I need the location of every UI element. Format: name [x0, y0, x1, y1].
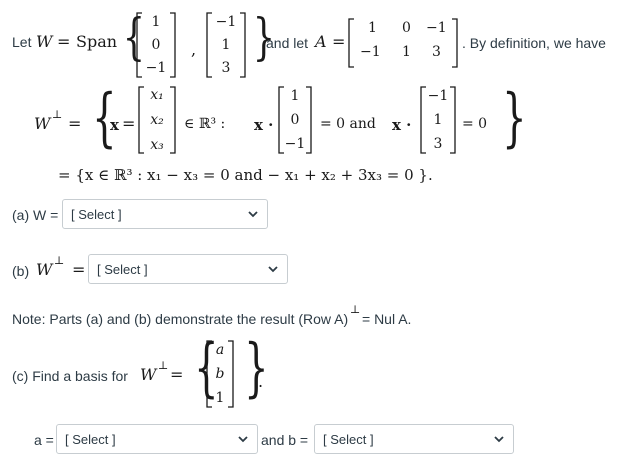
- in-r3: ∈ ℝ³ :: [184, 116, 226, 132]
- perp-superscript: ⊥: [52, 108, 63, 121]
- vec2-entry: 3: [221, 60, 231, 76]
- dot-vec1-entry: 1: [290, 88, 300, 104]
- eq0-and: = 0 and: [320, 116, 376, 132]
- wperp-symbol: W: [36, 260, 53, 279]
- basis-entry-a: a: [215, 342, 225, 358]
- dot-vec2-entry: 3: [433, 136, 443, 152]
- equals-sign: =: [170, 365, 184, 384]
- x-entry: x₁: [150, 87, 164, 103]
- set-builder-line: = {x ∈ ℝ³ : x₁ − x₃ = 0 and − x₁ + x₂ + …: [58, 166, 433, 184]
- vec1-entry: −1: [145, 60, 167, 76]
- matrix-entry: −1: [426, 20, 447, 36]
- matrix-entry: 1: [402, 44, 411, 60]
- a-select[interactable]: [ Select ]: [56, 424, 258, 454]
- a-select-value: [ Select ]: [65, 431, 116, 447]
- perp-superscript: ⊥: [158, 359, 169, 372]
- matrix-entry: 3: [432, 44, 441, 60]
- dot-vec2-entry: 1: [433, 112, 443, 128]
- eq0: = 0: [462, 116, 488, 132]
- dot-vec1: 1 0 −1: [280, 88, 310, 152]
- vec2-entry: −1: [215, 14, 237, 30]
- part-b-label: (b): [12, 263, 30, 279]
- perp-superscript: ⊥: [350, 303, 361, 316]
- chevron-down-icon: [494, 436, 504, 443]
- basis-right-brace: }: [244, 331, 269, 405]
- equals-sign: =: [72, 260, 86, 279]
- matrix-entry: 1: [368, 20, 377, 36]
- equals-sign: =: [122, 114, 136, 133]
- part-a-label: (a) W =: [12, 207, 59, 223]
- part-b-select-value: [ Select ]: [97, 261, 148, 277]
- dot-vec2-entry: −1: [427, 88, 449, 104]
- basis-vec: a b 1: [208, 342, 232, 406]
- span-word: Span: [76, 32, 118, 51]
- set-right-brace: }: [502, 81, 527, 155]
- a-symbol: A: [315, 32, 327, 51]
- let-label: Let: [12, 34, 32, 50]
- x-bold: x: [110, 116, 119, 134]
- period: .: [258, 372, 264, 391]
- matrix-entry: −1: [360, 44, 381, 60]
- equals-sign: =: [57, 32, 71, 51]
- vec2: −1 1 3: [210, 14, 242, 76]
- note-text: Note: Parts (a) and (b) demonstrate the …: [12, 311, 349, 327]
- a-select-label: a =: [34, 432, 54, 448]
- x-vec: x₁ x₂ x₃: [141, 87, 173, 153]
- x-bold: x ·: [392, 116, 412, 134]
- vec1-entry: 1: [151, 14, 161, 30]
- x-bold: x ·: [254, 116, 274, 134]
- basis-entry-1: 1: [215, 390, 225, 406]
- comma: ,: [191, 40, 197, 59]
- part-c-label: (c) Find a basis for: [12, 368, 128, 384]
- perp-superscript: ⊥: [54, 254, 65, 267]
- w-symbol: W: [36, 32, 53, 51]
- and-let-label: and let: [266, 35, 309, 51]
- b-select[interactable]: [ Select ]: [314, 424, 514, 454]
- part-a-select-value: [ Select ]: [71, 206, 122, 222]
- basis-entry-b: b: [215, 366, 225, 382]
- part-a-select[interactable]: [ Select ]: [62, 199, 268, 229]
- vec2-entry: 1: [221, 37, 231, 53]
- dot-vec2: −1 1 3: [422, 88, 454, 152]
- x-entry: x₂: [150, 112, 164, 128]
- dot-vec1-entry: 0: [290, 112, 300, 128]
- wperp-symbol: W: [34, 114, 51, 133]
- part-b-select[interactable]: [ Select ]: [88, 254, 288, 284]
- vec1-entry: 0: [151, 37, 161, 53]
- matrix-entry: 0: [402, 20, 411, 36]
- equals-sign: =: [68, 114, 82, 133]
- chevron-down-icon: [268, 266, 278, 273]
- note-tail: = Nul A.: [362, 311, 412, 327]
- wperp-symbol: W: [140, 365, 157, 384]
- vec1: 1 0 −1: [140, 14, 172, 76]
- dot-vec1-entry: −1: [284, 136, 306, 152]
- b-select-value: [ Select ]: [323, 431, 374, 447]
- definition-text: . By definition, we have: [462, 35, 606, 51]
- and-b-label: and b =: [261, 432, 309, 448]
- x-entry: x₃: [150, 137, 164, 153]
- chevron-down-icon: [248, 211, 258, 218]
- chevron-down-icon: [238, 436, 248, 443]
- equals-sign: =: [332, 32, 346, 51]
